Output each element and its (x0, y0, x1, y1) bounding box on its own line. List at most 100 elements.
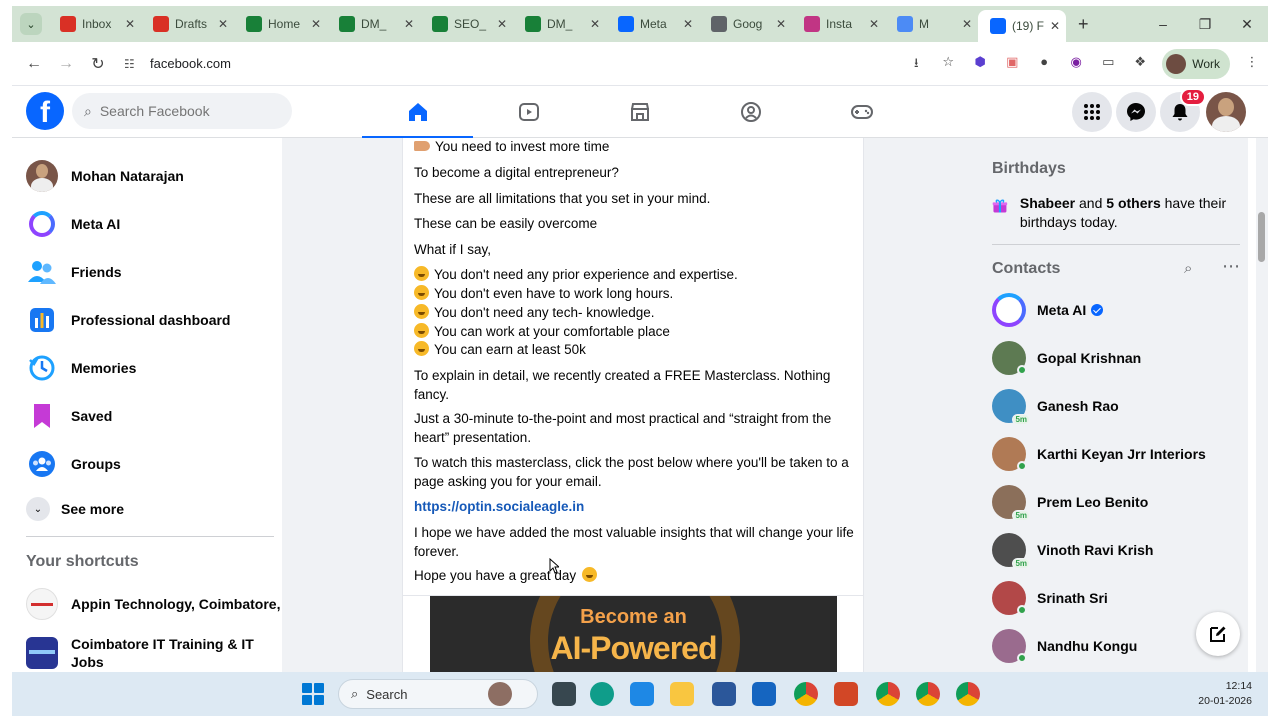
contact-item[interactable]: 5m Prem Leo Benito (992, 478, 1242, 526)
install-app-icon[interactable]: ⭳ (903, 54, 929, 74)
browser-tab[interactable]: Drafts ✕ (141, 10, 234, 38)
account-avatar[interactable] (1206, 92, 1246, 132)
nav-video-tab[interactable] (473, 86, 584, 138)
new-message-button[interactable] (1196, 612, 1240, 656)
contact-item[interactable]: Karthi Keyan Jrr Interiors (992, 430, 1242, 478)
taskbar-chrome-profile2-icon[interactable] (916, 682, 940, 706)
extension-meta-icon[interactable]: ⬢ (967, 54, 993, 74)
site-settings-icon[interactable]: ☷ (124, 57, 142, 71)
browser-tab[interactable]: SEO_ ✕ (420, 10, 513, 38)
taskbar-chrome-icon[interactable] (794, 682, 818, 706)
contact-item[interactable]: Gopal Krishnan (992, 334, 1242, 382)
taskbar-notepad-icon[interactable] (752, 682, 776, 706)
extension-dark-icon[interactable]: ● (1031, 54, 1057, 74)
sidebar-item-groups[interactable]: Groups (12, 440, 282, 488)
sidebar-item-profile[interactable]: Mohan Natarajan (12, 152, 282, 200)
close-tab-icon[interactable]: ✕ (1050, 19, 1060, 33)
contact-item[interactable]: Srinath Sri (992, 574, 1242, 622)
nav-groups-tab[interactable] (695, 86, 806, 138)
browser-tab[interactable]: Home ✕ (234, 10, 327, 38)
facebook-search-box[interactable]: ⌕ (72, 93, 292, 129)
forward-arrow-icon[interactable]: → (50, 55, 82, 73)
nav-gaming-tab[interactable] (806, 86, 917, 138)
close-tab-icon[interactable]: ✕ (497, 17, 507, 31)
shortcut-appin-technology[interactable]: Appin Technology, Coimbatore, (12, 580, 282, 628)
close-tab-icon[interactable]: ✕ (962, 17, 972, 31)
back-arrow-icon[interactable]: ← (18, 55, 50, 73)
sidebar-item-professional-dashboard[interactable]: Professional dashboard (12, 296, 282, 344)
taskbar-store-icon[interactable] (630, 682, 654, 706)
scrollbar-thumb[interactable] (1258, 212, 1265, 262)
taskbar-file-explorer-icon[interactable] (670, 682, 694, 706)
taskbar-terminal-icon[interactable] (552, 682, 576, 706)
browser-tab[interactable]: (19) F ✕ (978, 10, 1066, 42)
browser-tab[interactable]: M ✕ (885, 10, 978, 38)
birthday-notice[interactable]: Shabeer and 5 others have their birthday… (992, 194, 1242, 232)
browser-menu-icon[interactable]: ⋮ (1239, 54, 1265, 74)
reload-icon[interactable]: ↻ (82, 54, 114, 74)
browser-tab[interactable]: DM_ ✕ (513, 10, 606, 38)
close-tab-icon[interactable]: ✕ (311, 17, 321, 31)
contact-item[interactable]: 5m Ganesh Rao (992, 382, 1242, 430)
taskbar-chrome-active-icon[interactable] (956, 682, 980, 706)
close-tab-icon[interactable]: ✕ (404, 17, 414, 31)
windows-start-icon[interactable] (302, 683, 324, 705)
sidebar-item-friends[interactable]: Friends (12, 248, 282, 296)
sidebar-item-memories[interactable]: Memories (12, 344, 282, 392)
extension-color-icon[interactable]: ◉ (1063, 54, 1089, 74)
shortcut-coimbatore-it[interactable]: Coimbatore IT Training & IT Jobs (12, 628, 282, 672)
restore-icon[interactable]: ❐ (1184, 16, 1226, 33)
new-tab-plus-icon[interactable]: + (1078, 14, 1089, 35)
close-tab-icon[interactable]: ✕ (125, 17, 135, 31)
contact-avatar (992, 581, 1027, 615)
close-tab-icon[interactable]: ✕ (218, 17, 228, 31)
post-image[interactable]: Become an AI-Powered (430, 596, 837, 672)
messenger-button[interactable] (1116, 92, 1156, 132)
facebook-search-input[interactable] (99, 103, 260, 119)
minimize-icon[interactable]: – (1142, 16, 1184, 32)
contacts-search-icon[interactable]: ⌕ (1184, 260, 1192, 277)
extension-code-icon[interactable]: ▭ (1095, 54, 1121, 74)
sidebar-item-saved[interactable]: Saved (12, 392, 282, 440)
close-tab-icon[interactable]: ✕ (683, 17, 693, 31)
menu-grid-button[interactable] (1072, 92, 1112, 132)
contact-item[interactable]: Meta AI (992, 286, 1242, 334)
taskbar-powerpoint-icon[interactable] (834, 682, 858, 706)
close-window-icon[interactable]: ✕ (1226, 16, 1268, 33)
post-line: Just a 30-minute to-the-point and most p… (414, 411, 832, 445)
profile-avatar (26, 160, 58, 192)
taskbar-clock[interactable]: 12:14 20-01-2026 (1198, 679, 1252, 709)
taskbar-edge-icon[interactable] (590, 682, 614, 706)
post-link[interactable]: https://optin.socialeagle.in (414, 498, 854, 517)
url-omnibox[interactable]: ☷ facebook.com (124, 48, 924, 80)
profile-chip[interactable]: Work (1162, 49, 1230, 79)
close-tab-icon[interactable]: ✕ (776, 17, 786, 31)
contacts-more-icon[interactable]: ⋯ (1222, 256, 1240, 277)
bookmark-star-icon[interactable]: ☆ (935, 54, 961, 74)
contact-avatar (992, 629, 1027, 663)
close-tab-icon[interactable]: ✕ (869, 17, 879, 31)
post-line: You don't need any tech- knowledge. (414, 304, 854, 323)
taskbar-widget-avatar-icon[interactable] (488, 682, 512, 706)
taskbar-chrome-profile-icon[interactable] (876, 682, 900, 706)
browser-tab[interactable]: Goog ✕ (699, 10, 792, 38)
browser-tab[interactable]: Meta ✕ (606, 10, 699, 38)
close-tab-icon[interactable]: ✕ (590, 17, 600, 31)
tab-search-chevron-icon[interactable]: ⌄ (20, 13, 42, 35)
contact-item[interactable]: 5m Vinoth Ravi Krish (992, 526, 1242, 574)
browser-tab[interactable]: Insta ✕ (792, 10, 885, 38)
extension-pink-icon[interactable]: ▣ (999, 54, 1025, 74)
browser-tab[interactable]: Inbox ✕ (48, 10, 141, 38)
nav-home-tab[interactable] (362, 86, 473, 139)
facebook-logo-icon[interactable]: f (26, 92, 64, 130)
sidebar-item-meta-ai[interactable]: Meta AI (12, 200, 282, 248)
see-more-button[interactable]: ⌄ See more (12, 485, 282, 533)
taskbar-word-icon[interactable] (712, 682, 736, 706)
notifications-button[interactable]: 19 (1160, 88, 1206, 132)
drive-icon (246, 16, 262, 32)
chevron-down-icon: ⌄ (26, 497, 50, 521)
nav-marketplace-tab[interactable] (584, 86, 695, 138)
browser-tab[interactable]: DM_ ✕ (327, 10, 420, 38)
browser-tab-label: Goog (733, 17, 763, 31)
extensions-puzzle-icon[interactable]: ❖ (1127, 54, 1153, 74)
